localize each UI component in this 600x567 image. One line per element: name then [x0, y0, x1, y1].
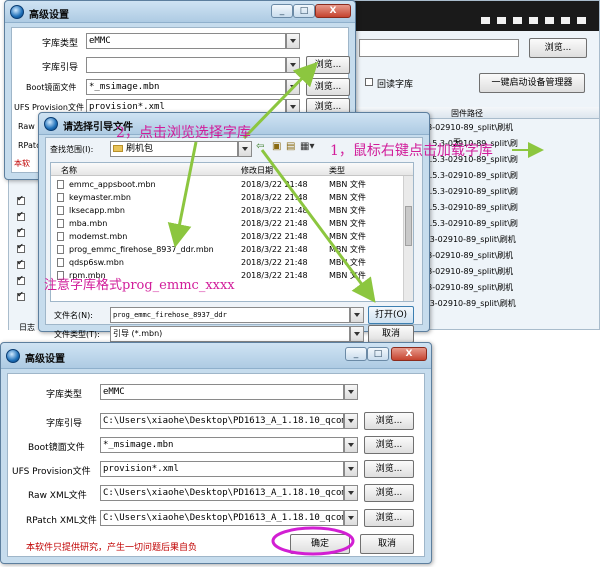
annotation-step-1: 1，鼠标右键点击加载字库: [330, 143, 493, 159]
arrow-to-firehose-file: [167, 141, 198, 248]
arrow-to-browse: [242, 61, 319, 140]
annotation-format-note: 注意字库格式prog_emmc_xxxx: [44, 278, 235, 293]
ok-highlight-ellipse: [271, 526, 355, 556]
arrow-to-open: [260, 149, 376, 303]
annotation-step-2: 2，点击浏览选择字库: [116, 125, 251, 141]
